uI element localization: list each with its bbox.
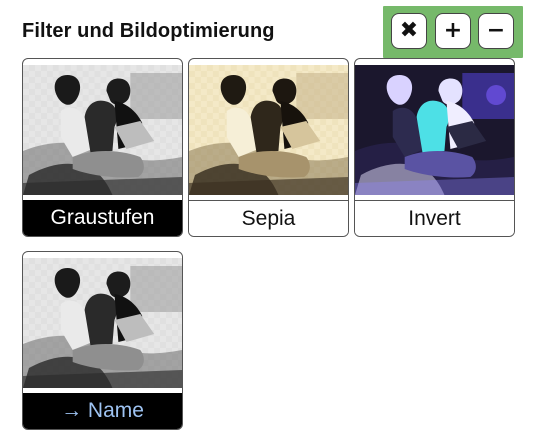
panel-title: Filter und Bildoptimierung	[22, 20, 275, 42]
filter-label-name[interactable]: → Name	[23, 393, 182, 429]
filter-thumbnail	[23, 258, 182, 388]
filter-card-name[interactable]: → Name	[22, 251, 183, 430]
filter-panel: Filter und Bildoptimierung ✖ + − Graustu…	[0, 0, 554, 439]
minus-icon: −	[486, 18, 506, 43]
add-button[interactable]: +	[435, 13, 471, 49]
filter-card-sepia[interactable]: Sepia	[188, 58, 349, 237]
filter-thumbnail	[23, 65, 182, 195]
filter-thumbnail	[355, 65, 514, 195]
plus-icon: +	[443, 18, 463, 43]
filter-thumbnail	[189, 65, 348, 195]
filter-card-graustufen[interactable]: Graustufen	[22, 58, 183, 237]
filter-label-sepia: Sepia	[189, 200, 348, 236]
filter-label-invert: Invert	[355, 200, 514, 236]
close-icon: ✖	[399, 18, 419, 43]
filter-label-graustufen: Graustufen	[23, 200, 182, 236]
remove-button[interactable]: −	[478, 13, 514, 49]
filter-card-invert[interactable]: Invert	[354, 58, 515, 237]
close-button[interactable]: ✖	[391, 13, 427, 49]
